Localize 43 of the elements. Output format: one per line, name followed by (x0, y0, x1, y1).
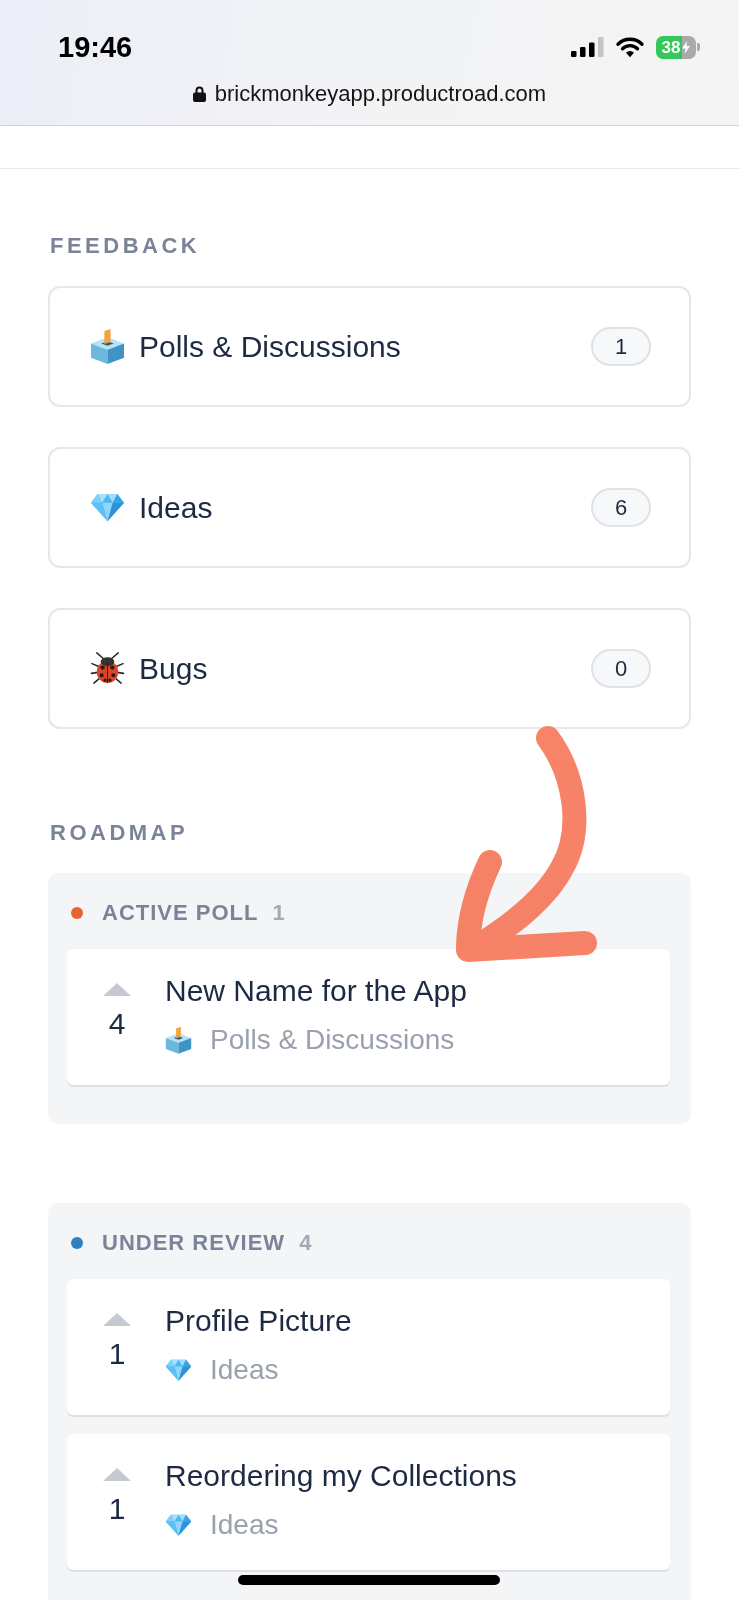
roadmap-card[interactable]: 1 Reordering my Collections Ideas (67, 1434, 670, 1570)
board-card[interactable]: Ideas 6 (48, 447, 691, 568)
lock-icon (192, 85, 206, 102)
column-count: 4 (299, 1231, 312, 1255)
count-badge: 1 (591, 327, 651, 366)
board-name: Bugs (139, 650, 209, 687)
item-title: Reordering my Collections (165, 1458, 517, 1494)
board-name: Polls & Discussions (139, 328, 402, 365)
item-title: New Name for the App (165, 973, 467, 1009)
board-card[interactable]: Bugs 0 (48, 608, 691, 729)
up-triangle-icon[interactable] (103, 1313, 131, 1326)
section-heading: ROADMAP (50, 820, 189, 845)
category-name: Ideas (210, 1353, 279, 1387)
category-name: Ideas (210, 1508, 279, 1542)
bolt-icon (682, 40, 691, 54)
board-card[interactable]: Polls & Discussions 1 (48, 286, 691, 407)
column-count: 1 (272, 901, 285, 925)
column-title: ACTIVE POLL (102, 901, 259, 925)
roadmap-card[interactable]: 4 New Name for the App Polls & Discussions (67, 949, 670, 1085)
signal-icon (571, 37, 604, 57)
ballot-box-icon (165, 1025, 192, 1055)
url-text[interactable]: brickmonkeyapp.productroad.com (214, 78, 547, 109)
count-badge: 6 (591, 488, 651, 527)
roadmap-card[interactable]: 1 Profile Picture Ideas (67, 1279, 670, 1415)
ballot-box-icon (90, 327, 125, 366)
battery-percentage: 38 (661, 36, 681, 59)
gem-icon (165, 1358, 192, 1382)
category-name: Polls & Discussions (210, 1023, 455, 1057)
vote-count: 1 (108, 1339, 126, 1369)
wifi-icon (615, 36, 645, 58)
count-badge: 0 (591, 649, 651, 688)
column-title: UNDER REVIEW (102, 1231, 286, 1255)
status-time: 19:46 (58, 30, 133, 64)
board-name: Ideas (139, 489, 214, 526)
gem-icon (165, 1513, 192, 1537)
up-triangle-icon[interactable] (103, 983, 131, 996)
vote-count: 1 (108, 1494, 126, 1524)
item-title: Profile Picture (165, 1303, 352, 1339)
up-triangle-icon[interactable] (103, 1468, 131, 1481)
vote-count: 4 (108, 1009, 126, 1039)
section-heading: FEEDBACK (50, 233, 201, 258)
ladybug-icon (90, 651, 125, 686)
gem-icon (90, 492, 125, 523)
